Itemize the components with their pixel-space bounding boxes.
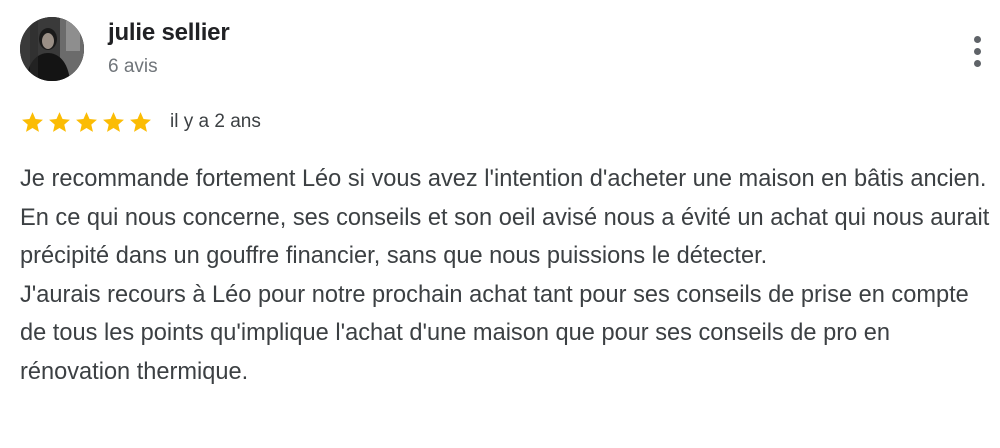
reviewer-name[interactable]: julie sellier <box>108 19 230 47</box>
review-paragraph-1: Je recommande fortement Léo si vous avez… <box>20 166 990 269</box>
star-icon <box>20 110 45 135</box>
more-options-button[interactable] <box>962 32 994 72</box>
star-rating <box>20 110 153 135</box>
avatar-photo <box>20 17 84 81</box>
rating-row: il y a 2 ans <box>20 108 261 136</box>
review-paragraph-2: J'aurais recours à Léo pour notre procha… <box>20 281 969 385</box>
more-vert-icon-dot <box>974 60 981 67</box>
review-time: il y a 2 ans <box>170 111 261 132</box>
star-icon <box>128 110 153 135</box>
star-icon <box>101 110 126 135</box>
star-icon <box>47 110 72 135</box>
more-vert-icon-dot <box>974 48 981 55</box>
review-text: Je recommande fortement Léo si vous avez… <box>20 160 995 391</box>
avatar[interactable] <box>20 17 84 81</box>
star-icon <box>74 110 99 135</box>
reviewer-review-count: 6 avis <box>108 56 158 77</box>
more-vert-icon <box>974 36 981 43</box>
